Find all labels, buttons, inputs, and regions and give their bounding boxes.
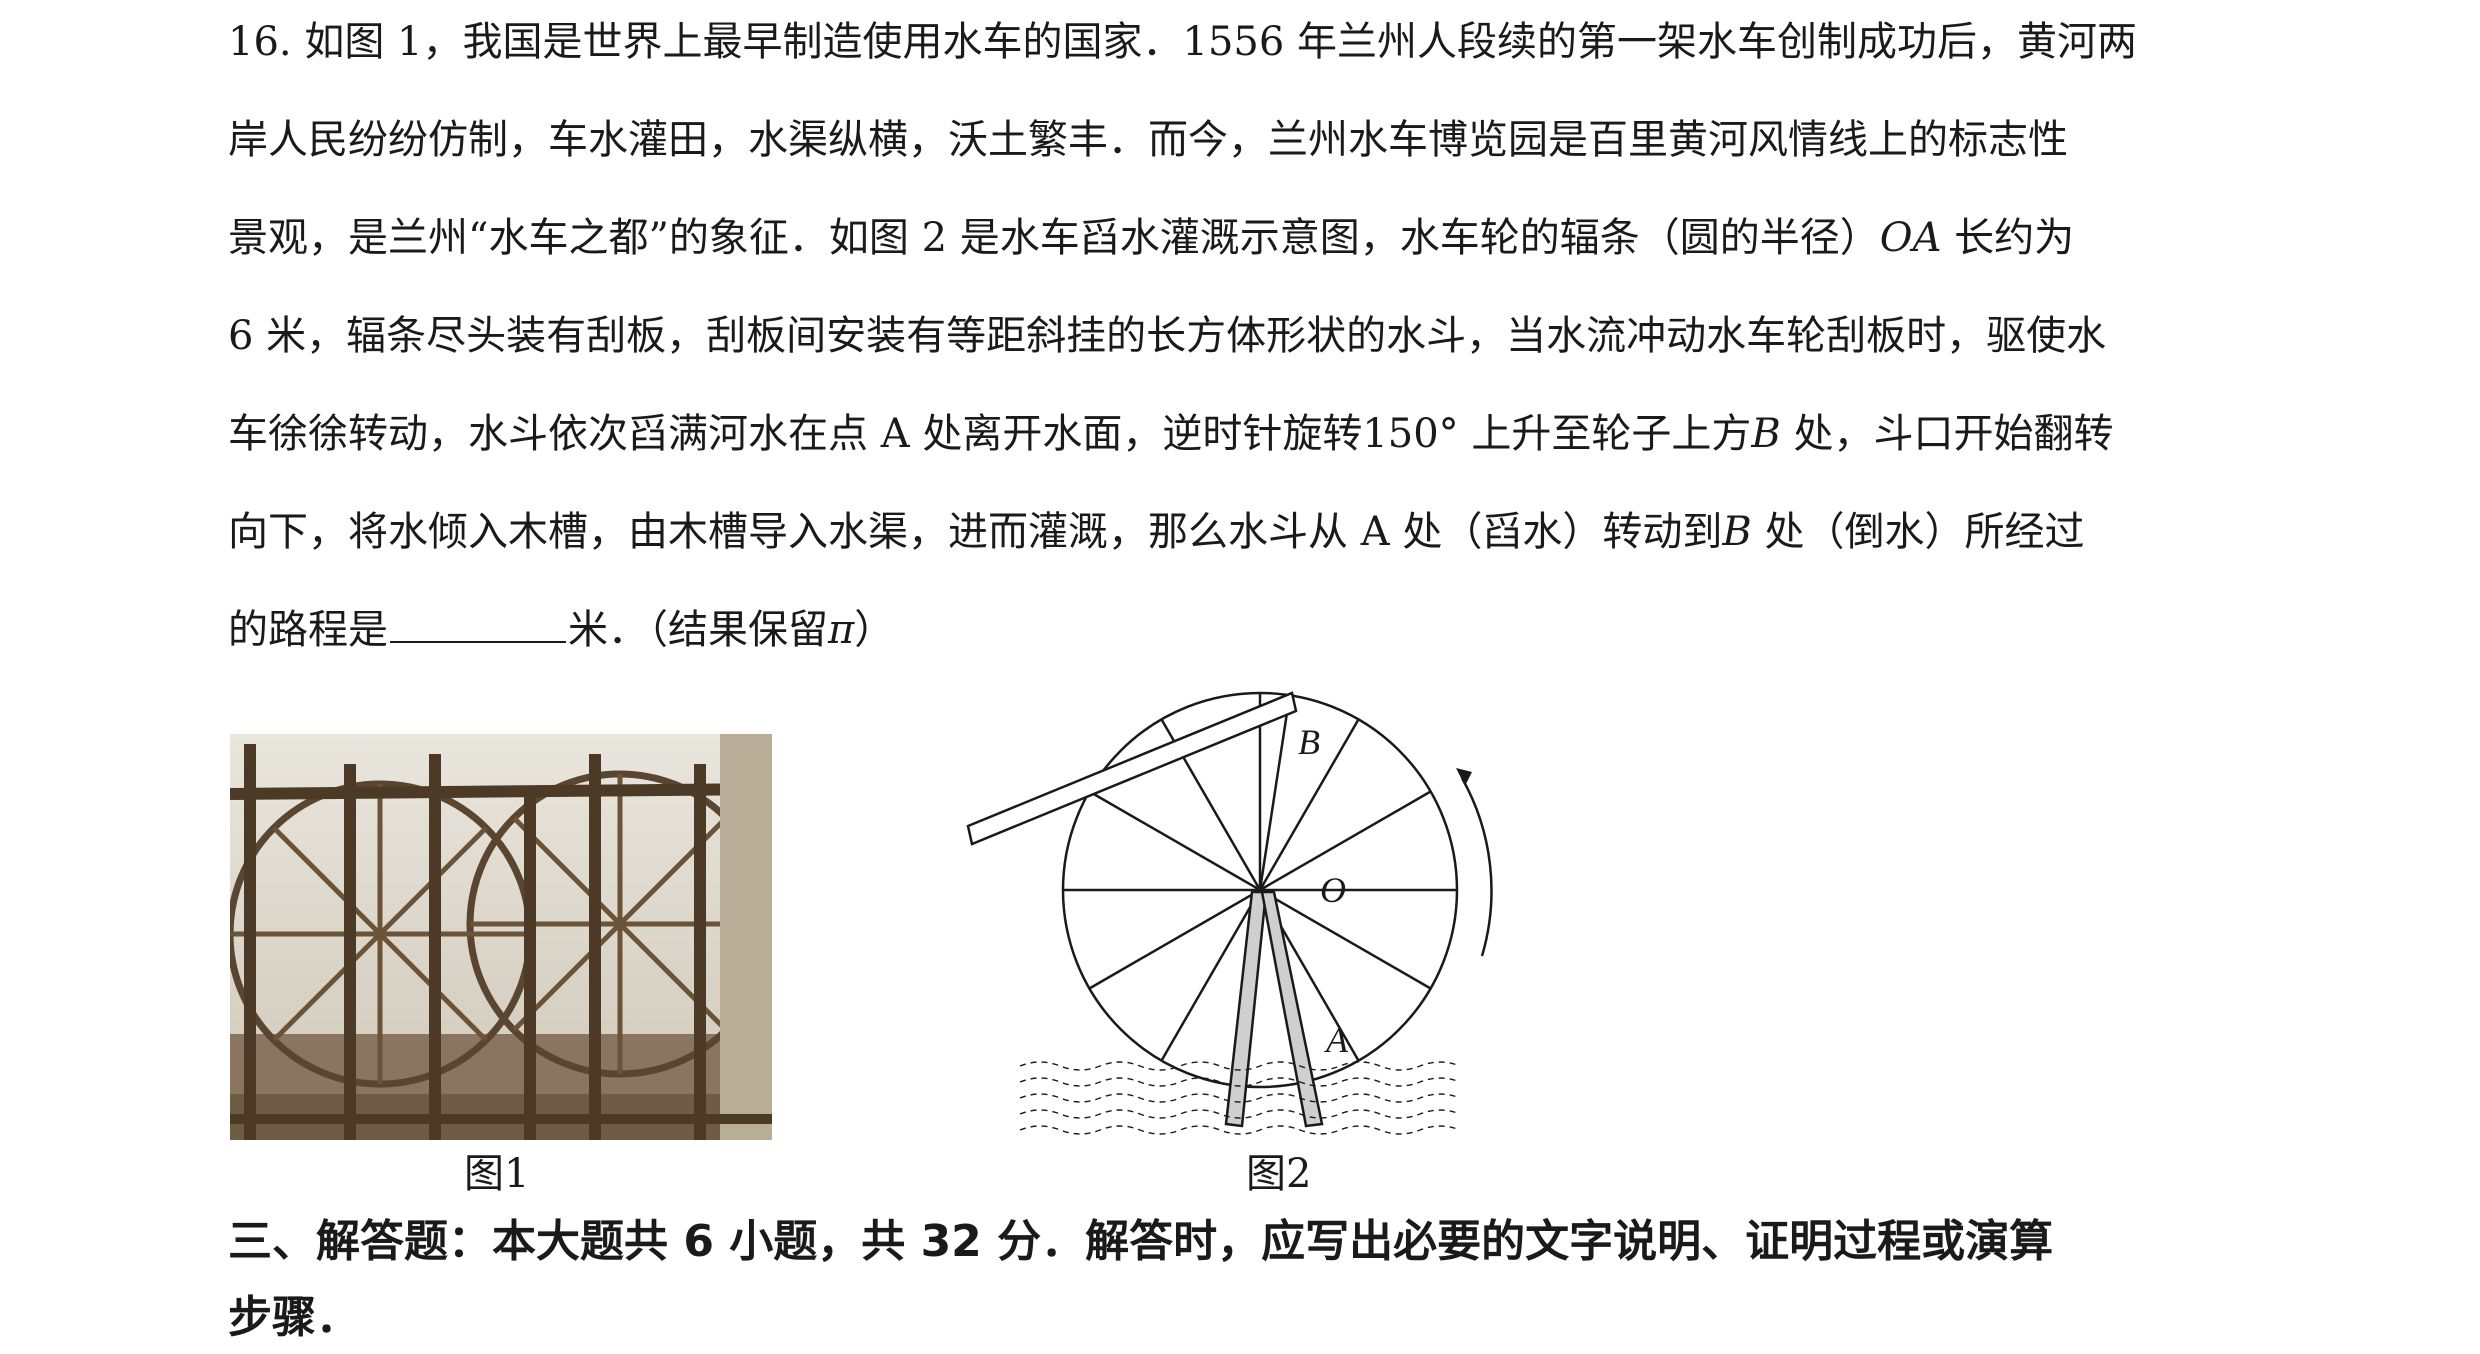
- question-line-4: 6 米，辐条尽头装有刮板，刮板间安装有等距斜挂的长方体形状的水斗，当水流冲动水车…: [228, 313, 2107, 359]
- oa-label: OA: [1879, 215, 1942, 261]
- b-label-inline-2: B: [1722, 509, 1752, 555]
- water-trough: [966, 691, 1298, 846]
- question-line-5-tail: 处，斗口开始翻转: [1780, 411, 2114, 457]
- figure-1-caption: 图1: [464, 1151, 530, 1197]
- pi-symbol: π: [828, 607, 855, 653]
- arrowhead-icon: [1456, 768, 1472, 786]
- question-line-7-end: ）: [854, 607, 895, 653]
- waterwheel-diagram: B O A: [960, 686, 1520, 1156]
- waterwheel-photo: [230, 734, 772, 1140]
- section-heading-line-1: 三、解答题：本大题共 6 小题，共 32 分．解答时，应写出必要的文字说明、证明…: [228, 1216, 2054, 1267]
- question-line-6-tail: 处（倒水）所经过: [1751, 509, 2085, 555]
- answer-blank[interactable]: [390, 607, 566, 643]
- point-b-label: B: [1298, 722, 1320, 762]
- question-line-5-text: 车徐徐转动，水斗依次舀满河水在点 A 处离开水面，逆时针旋转150° 上升至轮子…: [228, 411, 1752, 457]
- rotation-arrow: [1460, 777, 1493, 957]
- question-line-3: 景观，是兰州“水车之都”的象征．如图 2 是水车舀水灌溉示意图，水车轮的辐条（圆…: [228, 212, 2074, 264]
- section-heading-line-2: 步骤．: [228, 1292, 360, 1343]
- question-line-7-text: 的路程是: [228, 607, 388, 653]
- question-line-7-tail: 米．（结果保留: [568, 607, 828, 653]
- question-line-2: 岸人民纷纷仿制，车水灌田，水渠纵横，沃土繁丰．而今，兰州水车博览园是百里黄河风情…: [228, 117, 2068, 163]
- question-line-6-text: 向下，将水倾入木槽，由木槽导入水渠，进而灌溉，那么水斗从 A 处（舀水）转动到: [228, 509, 1723, 555]
- buckets: [1224, 890, 1324, 1128]
- figure-2-caption: 图2: [1246, 1151, 1312, 1197]
- point-o-label: O: [1320, 870, 1346, 910]
- question-line-3-tail: 长约为: [1941, 215, 2075, 261]
- question-line-6: 向下，将水倾入木槽，由木槽导入水渠，进而灌溉，那么水斗从 A 处（舀水）转动到B…: [228, 506, 2084, 558]
- question-line-7: 的路程是 米．（结果保留π）: [228, 604, 894, 656]
- question-line-3-text: 景观，是兰州“水车之都”的象征．如图 2 是水车舀水灌溉示意图，水车轮的辐条（圆…: [228, 215, 1880, 261]
- question-line-5: 车徐徐转动，水斗依次舀满河水在点 A 处离开水面，逆时针旋转150° 上升至轮子…: [228, 408, 2114, 460]
- question-line-1: 16. 如图 1，我国是世界上最早制造使用水车的国家．1556 年兰州人段续的第…: [228, 19, 2138, 65]
- b-label-inline: B: [1751, 411, 1781, 457]
- point-a-label: A: [1324, 1020, 1349, 1060]
